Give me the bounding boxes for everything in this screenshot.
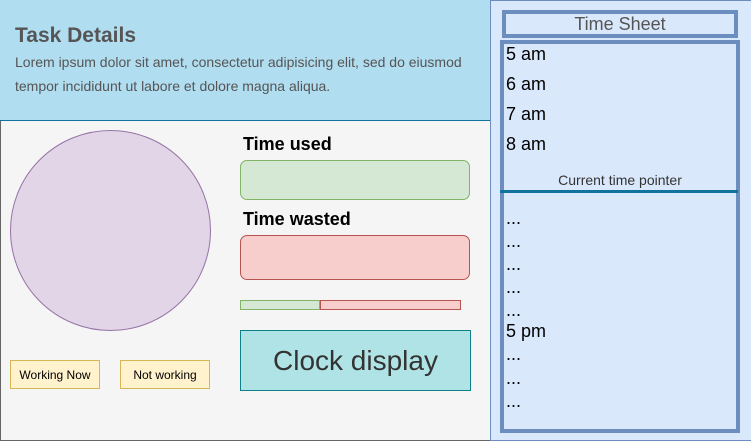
clock-display: Clock display bbox=[240, 330, 471, 391]
timesheet-slot: 6 am bbox=[506, 74, 547, 94]
current-time-pointer-label: Current time pointer bbox=[558, 172, 682, 188]
time-used-segment bbox=[240, 300, 320, 310]
timesheet-title: Time Sheet bbox=[502, 10, 738, 38]
task-title: Task Details bbox=[15, 24, 137, 47]
timesheet-slot: ... bbox=[506, 368, 522, 388]
task-description: Lorem ipsum dolor sit amet, consectetur … bbox=[15, 54, 462, 94]
time-wasted-display bbox=[240, 235, 470, 280]
timesheet-slot: ... bbox=[506, 391, 522, 411]
timesheet-slot: 5 am bbox=[506, 44, 547, 64]
time-used-label: Time used bbox=[243, 134, 332, 154]
timesheet-slot: 5 pm bbox=[506, 321, 547, 341]
timesheet-slot: ... bbox=[506, 300, 522, 320]
time-wasted-segment bbox=[319, 300, 461, 310]
time-wasted-label: Time wasted bbox=[243, 209, 351, 229]
time-used-display bbox=[240, 160, 470, 200]
time-ratio-bar bbox=[240, 300, 461, 310]
timesheet-slot: 8 am bbox=[506, 134, 547, 154]
timesheet-body bbox=[500, 40, 740, 433]
timesheet-slot: ... bbox=[506, 208, 522, 228]
current-time-pointer[interactable] bbox=[500, 190, 738, 193]
timesheet-slot: ... bbox=[506, 277, 522, 297]
timesheet-slot: ... bbox=[506, 344, 522, 364]
task-details-header: Task Details Lorem ipsum dolor sit amet,… bbox=[0, 0, 490, 121]
not-working-button[interactable]: Not working bbox=[120, 360, 210, 389]
progress-circle bbox=[10, 130, 211, 331]
timesheet-slot: 7 am bbox=[506, 104, 547, 124]
timesheet-slot: ... bbox=[506, 231, 522, 251]
app-frame: Task Details Lorem ipsum dolor sit amet,… bbox=[0, 0, 751, 441]
working-now-button[interactable]: Working Now bbox=[10, 360, 100, 389]
timesheet-slot: ... bbox=[506, 254, 522, 274]
